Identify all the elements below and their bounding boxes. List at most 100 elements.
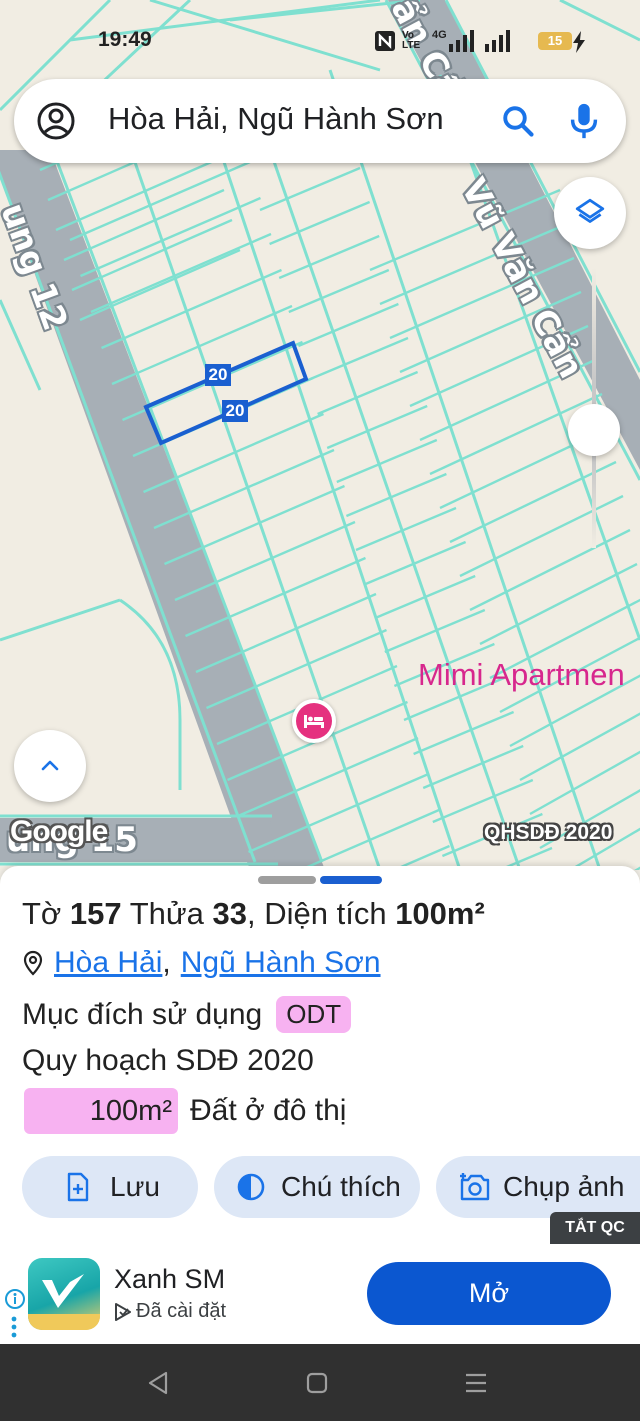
place-marker[interactable]: [292, 699, 336, 743]
menu-icon[interactable]: [464, 1372, 488, 1394]
layers-button[interactable]: [554, 177, 626, 249]
ward-link[interactable]: Hòa Hải: [54, 946, 162, 980]
parcel-boundary: [529, 750, 640, 816]
save-label: Lưu: [110, 1171, 160, 1202]
camera-icon: [460, 1173, 490, 1201]
ad-banner[interactable]: Xanh SM Đã cài đặt Mở: [0, 1244, 640, 1344]
parcel-boundary: [413, 710, 515, 756]
parcel-boundary: [55, 158, 217, 232]
parcel-boundary: [307, 336, 409, 382]
parcel-boundary: [384, 608, 486, 654]
sheet-handle-active[interactable]: [320, 876, 382, 884]
parcel-boundary: [422, 744, 524, 790]
back-icon[interactable]: [146, 1370, 170, 1396]
sheet-handle[interactable]: [258, 876, 316, 884]
charging-icon: [573, 31, 585, 53]
parcel-boundary: [69, 160, 251, 242]
app-logo-icon: [28, 1274, 100, 1330]
chevron-up-icon: [41, 760, 59, 771]
location-line: Hòa Hải , Ngũ Hành Sơn: [22, 946, 381, 980]
search-icon[interactable]: [500, 103, 536, 139]
parcel-boundary: [432, 778, 534, 824]
overlay-tag: QHSDĐ 2020: [484, 821, 613, 844]
parcel-info-sheet[interactable]: Tờ 157 Thửa 33, Diện tích 100m² Hòa Hải …: [0, 866, 640, 1246]
parcel-boundary: [111, 304, 293, 386]
add-file-icon: [67, 1172, 89, 1202]
status-bar: 19:49 Vo LTE 4G 15: [0, 24, 640, 60]
parcel-boundary: [336, 438, 438, 484]
parcel-boundary: [459, 494, 624, 578]
system-nav-bar: [0, 1344, 640, 1421]
parcel-boundary: [71, 218, 233, 292]
parcel-boundary: [278, 234, 380, 280]
parcel-boundary: [469, 528, 631, 612]
parcel-boundary: [317, 370, 419, 416]
area-label: Diện tích: [264, 896, 387, 931]
location-separator: ,: [162, 946, 171, 979]
ad-open-button[interactable]: Mở: [367, 1262, 611, 1325]
status-time: 19:49: [98, 28, 152, 51]
summary-separator: ,: [246, 896, 256, 931]
legend-label: Chú thích: [281, 1171, 401, 1202]
parcel-boundary: [143, 412, 324, 494]
nfc-icon: [375, 31, 395, 51]
parcel-boundary: [519, 712, 640, 782]
parcel-boundary: [288, 268, 390, 314]
parcel-boundary: [479, 562, 638, 646]
place-label[interactable]: Mimi Apartmen: [418, 657, 625, 693]
signal-icon: [484, 30, 510, 52]
play-store-icon: [115, 1302, 131, 1321]
parcel-boundary: [101, 268, 282, 350]
parcel-summary: Tờ 157 Thửa 33, Diện tích 100m²: [22, 896, 485, 932]
zoning-area-chip: 100m²: [24, 1088, 178, 1134]
more-vertical-icon[interactable]: [11, 1316, 17, 1338]
layers-icon: [575, 198, 605, 223]
plan-label: Quy hoạch SDĐ 2020: [22, 1044, 314, 1077]
network-label: 4G: [432, 29, 447, 41]
signal-icon: [448, 30, 474, 52]
plot-label: Thửa: [129, 896, 204, 931]
search-bar[interactable]: Hòa Hải, Ngũ Hành Sơn: [14, 79, 626, 163]
account-icon[interactable]: [36, 101, 76, 141]
install-status-label: Đã cài đặt: [136, 1300, 227, 1322]
ad-install-status: Đã cài đặt: [114, 1300, 226, 1323]
google-logo: Google: [10, 815, 108, 848]
app-logo[interactable]: [28, 1258, 100, 1330]
home-icon[interactable]: [306, 1372, 328, 1394]
area-value: 100m²: [395, 896, 485, 931]
plot-number: 33: [212, 896, 247, 931]
ad-close-button[interactable]: TẮT QC: [550, 1212, 640, 1244]
battery-indicator: 15: [538, 32, 572, 50]
parcel-boundary: [90, 232, 272, 314]
capture-button[interactable]: Chụp ảnh: [436, 1156, 640, 1218]
sheet-label: Tờ: [22, 896, 62, 931]
legend-button[interactable]: Chú thích: [214, 1156, 420, 1218]
zoom-slider-handle[interactable]: [568, 404, 620, 456]
purpose-label: Mục đích sử dụng: [22, 997, 263, 1031]
parcel-boundary: [365, 540, 467, 586]
contrast-icon: [237, 1173, 265, 1201]
expand-up-button[interactable]: [14, 730, 86, 802]
sheet-number: 157: [69, 896, 122, 931]
location-pin-icon: [23, 950, 43, 976]
zoning-type: Đất ở đô thị: [190, 1094, 347, 1127]
microphone-icon[interactable]: [566, 101, 602, 141]
bed-icon: [304, 715, 324, 728]
volte-label: Vo LTE: [402, 30, 421, 51]
capture-label: Chụp ảnh: [503, 1171, 625, 1202]
purpose-code-badge: ODT: [276, 996, 352, 1033]
parcel-boundary: [259, 166, 361, 212]
parcel-dimension-label: 20: [205, 364, 231, 386]
save-button[interactable]: Lưu: [22, 1156, 198, 1218]
parcel-boundary: [326, 404, 428, 450]
parcel-boundary: [269, 200, 371, 246]
parcel-dimension-label: 20: [222, 400, 248, 422]
zoning-row: 100m² Đất ở đô thị: [24, 1088, 346, 1134]
search-input[interactable]: Hòa Hải, Ngũ Hành Sơn: [108, 101, 444, 137]
parcel-boundary: [374, 574, 476, 620]
district-link[interactable]: Ngũ Hành Sơn: [181, 946, 381, 980]
ad-app-name: Xanh SM: [114, 1264, 226, 1294]
info-icon[interactable]: [4, 1288, 26, 1310]
land-use-purpose: Mục đích sử dụng ODT: [22, 996, 352, 1033]
parcel-boundary: [297, 302, 399, 348]
